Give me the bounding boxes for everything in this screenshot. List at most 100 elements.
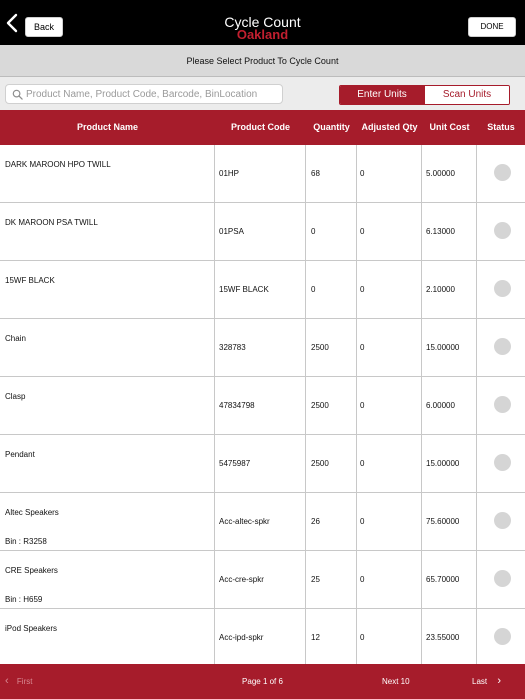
column-divider [476, 203, 477, 261]
location-subtitle: Oakland [236, 27, 289, 42]
column-divider [476, 377, 477, 435]
adjusted-qty: 0 [360, 227, 365, 236]
column-header-adjusted-qty: Adjusted Qty [361, 122, 418, 132]
search-input[interactable] [26, 87, 280, 102]
search-toolbar: Enter Units Scan Units [0, 77, 525, 110]
column-divider [421, 609, 422, 664]
column-divider [305, 377, 306, 435]
status-indicator-icon[interactable] [494, 396, 511, 413]
unit-cost: 15.00000 [426, 459, 460, 468]
column-divider [356, 203, 357, 261]
column-divider [214, 145, 215, 203]
status-indicator-icon[interactable] [494, 280, 511, 297]
adjusted-qty: 0 [360, 459, 365, 468]
adjusted-qty: 0 [360, 285, 365, 294]
adjusted-qty: 0 [360, 401, 365, 410]
quantity: 0 [311, 285, 316, 294]
column-divider [214, 377, 215, 435]
next-page-button[interactable]: Next 10 [382, 664, 410, 699]
quantity: 68 [311, 169, 320, 178]
table-row[interactable]: CRE Speakers Bin : H659 Acc-cre-spkr 25 … [0, 551, 525, 609]
column-divider [214, 319, 215, 377]
column-divider [421, 435, 422, 493]
column-divider [421, 377, 422, 435]
column-divider [421, 203, 422, 261]
product-code: Acc-altec-spkr [219, 517, 270, 526]
column-divider [305, 493, 306, 551]
last-page-button[interactable]: Last › [472, 664, 501, 699]
product-code: 328783 [219, 343, 246, 352]
status-indicator-icon[interactable] [494, 454, 511, 471]
status-indicator-icon[interactable] [494, 222, 511, 239]
table-row[interactable]: DARK MAROON HPO TWILL 01HP 68 0 5.00000 [0, 145, 525, 203]
search-icon [12, 89, 23, 100]
status-indicator-icon[interactable] [494, 338, 511, 355]
product-table: DARK MAROON HPO TWILL 01HP 68 0 5.00000 … [0, 145, 525, 664]
column-divider [421, 319, 422, 377]
column-divider [421, 145, 422, 203]
product-code: 15WF BLACK [219, 285, 269, 294]
column-divider [421, 261, 422, 319]
column-divider [476, 435, 477, 493]
column-divider [476, 261, 477, 319]
table-row[interactable]: DK MAROON PSA TWILL 01PSA 0 0 6.13000 [0, 203, 525, 261]
column-divider [421, 493, 422, 551]
status-indicator-icon[interactable] [494, 628, 511, 645]
unit-cost: 6.13000 [426, 227, 455, 236]
product-name: CRE Speakers [5, 566, 58, 575]
column-divider [214, 551, 215, 609]
search-box[interactable] [5, 84, 283, 104]
adjusted-qty: 0 [360, 575, 365, 584]
column-divider [214, 493, 215, 551]
column-divider [305, 261, 306, 319]
status-indicator-icon[interactable] [494, 512, 511, 529]
product-name: 15WF BLACK [5, 276, 55, 285]
column-header-unit-cost: Unit Cost [429, 122, 470, 132]
table-row[interactable]: iPod Speakers Acc-ipd-spkr 12 0 23.55000 [0, 609, 525, 664]
adjusted-qty: 0 [360, 169, 365, 178]
unit-cost: 23.55000 [426, 633, 460, 642]
table-row[interactable]: 15WF BLACK 15WF BLACK 0 0 2.10000 [0, 261, 525, 319]
column-divider [476, 493, 477, 551]
quantity: 26 [311, 517, 320, 526]
product-code: 01PSA [219, 227, 244, 236]
product-code: 01HP [219, 169, 240, 178]
product-name: Clasp [5, 392, 26, 401]
unit-cost: 65.70000 [426, 575, 460, 584]
column-divider [476, 609, 477, 664]
pagination-bar: ‹ First Page 1 of 6 Next 10 Last › [0, 664, 525, 699]
column-divider [476, 145, 477, 203]
adjusted-qty: 0 [360, 633, 365, 642]
enter-units-segment[interactable]: Enter Units [340, 86, 424, 104]
instruction-text: Please Select Product To Cycle Count [0, 45, 525, 77]
status-indicator-icon[interactable] [494, 164, 511, 181]
adjusted-qty: 0 [360, 343, 365, 352]
page-indicator: Page 1 of 6 [242, 677, 283, 686]
status-indicator-icon[interactable] [494, 570, 511, 587]
column-divider [214, 261, 215, 319]
table-row[interactable]: Chain 328783 2500 0 15.00000 [0, 319, 525, 377]
unit-cost: 5.00000 [426, 169, 455, 178]
scan-units-segment[interactable]: Scan Units [424, 86, 509, 104]
unit-cost: 15.00000 [426, 343, 460, 352]
last-page-label: Last [472, 677, 488, 686]
product-code: Acc-ipd-spkr [219, 633, 264, 642]
product-code: 5475987 [219, 459, 251, 468]
unit-cost: 2.10000 [426, 285, 455, 294]
product-name: DARK MAROON HPO TWILL [5, 160, 111, 169]
column-divider [214, 203, 215, 261]
column-header-status: Status [487, 122, 515, 132]
column-divider [356, 145, 357, 203]
unit-cost: 6.00000 [426, 401, 455, 410]
table-row[interactable]: Pendant 5475987 2500 0 15.00000 [0, 435, 525, 493]
table-header: Product Name Product Code Quantity Adjus… [0, 110, 525, 145]
column-divider [356, 377, 357, 435]
done-button[interactable]: DONE [468, 17, 516, 37]
cycle-count-screen: Back Cycle Count Oakland DONE Please Sel… [0, 0, 525, 699]
column-divider [305, 609, 306, 664]
table-row[interactable]: Clasp 47834798 2500 0 6.00000 [0, 377, 525, 435]
quantity: 2500 [311, 343, 329, 352]
table-row[interactable]: Altec Speakers Bin : R3258 Acc-altec-spk… [0, 493, 525, 551]
unit-cost: 75.60000 [426, 517, 460, 526]
column-header-product-name: Product Name [76, 122, 138, 132]
